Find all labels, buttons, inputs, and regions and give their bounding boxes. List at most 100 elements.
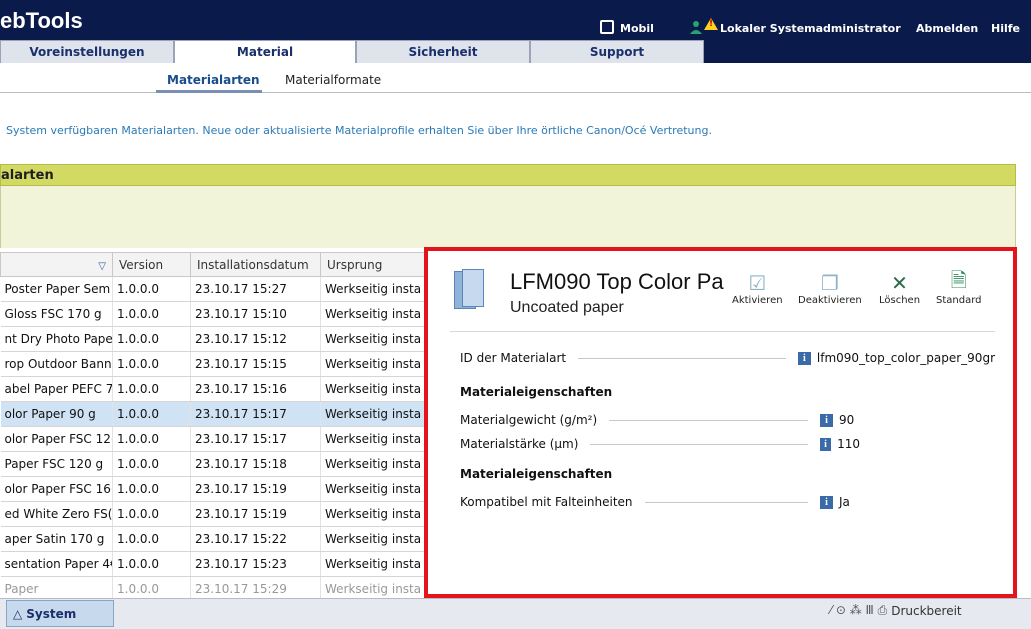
activate-button[interactable]: ☑ Aktivieren <box>732 271 783 306</box>
column-installation-date[interactable]: Installationsdatum <box>190 252 321 277</box>
cell-name: olor Paper FSC 12( <box>0 426 113 452</box>
tab-voreinstellungen[interactable]: Voreinstellungen <box>0 40 174 63</box>
table-row[interactable]: nt Dry Photo Pape 1.0.0.0 23.10.17 15:12 We… <box>0 326 431 352</box>
cell-version: 1.0.0.0 <box>112 301 191 327</box>
help-link[interactable]: Hilfe <box>991 20 1020 36</box>
tab-support[interactable]: Support <box>530 40 704 63</box>
cell-date: 23.10.17 15:17 <box>190 426 321 452</box>
system-tab[interactable]: △ System <box>6 600 114 627</box>
logout-link[interactable]: Abmelden <box>916 20 978 36</box>
cell-version: 1.0.0.0 <box>112 501 191 527</box>
cell-name: Paper FSC 120 g <box>0 451 113 477</box>
cell-name: Poster Paper Sem <box>0 276 113 302</box>
panel-header: alarten <box>0 164 1016 186</box>
cell-version: 1.0.0.0 <box>112 376 191 402</box>
column-origin[interactable]: Ursprung <box>320 252 431 277</box>
material-detail-panel: LFM090 Top Color Pa Uncoated paper ☑ Akt… <box>424 247 1017 598</box>
cell-date: 23.10.17 15:12 <box>190 326 321 352</box>
table-row[interactable]: ed White Zero FS(1.0.0.0 23.10.17 15:19 We… <box>0 501 431 527</box>
property-label: Materialgewicht (g/m²) <box>460 413 598 427</box>
cell-version: 1.0.0.0 <box>112 276 191 302</box>
property-row-folder: Kompatibel mit Falteinheiten i Ja <box>460 493 860 511</box>
page-description: System verfügbaren Materialarten. Neue o… <box>6 124 712 137</box>
cell-date: 23.10.17 15:23 <box>190 551 321 577</box>
default-label: Standard <box>936 295 982 306</box>
material-icon <box>454 269 486 309</box>
table-row[interactable]: olor Paper FSC 12(1.0.0.0 23.10.17 15:17 W… <box>0 426 431 452</box>
section-heading: Materialeigenschaften <box>460 467 613 481</box>
subtab-materialarten[interactable]: Materialarten <box>167 73 260 87</box>
close-icon: ✕ <box>891 271 908 295</box>
deactivate-button[interactable]: ❐ Deaktivieren <box>798 271 862 306</box>
table-row[interactable]: aper Satin 170 g 1.0.0.0 23.10.17 15:22 Wer… <box>0 526 431 552</box>
table-header-row: ▽ Version Installationsdatum Ursprung <box>0 252 431 277</box>
tab-sicherheit[interactable]: Sicherheit <box>356 40 530 63</box>
cell-name: rop Outdoor Bann <box>0 351 113 377</box>
cell-date: 23.10.17 15:15 <box>190 351 321 377</box>
activate-label: Aktivieren <box>732 295 783 306</box>
table-row[interactable]: Poster Paper Sem 1.0.0.0 23.10.17 15:27 Wer… <box>0 276 431 302</box>
sub-tabs: Materialarten Materialformate <box>0 63 1031 93</box>
info-icon[interactable]: i <box>797 351 811 365</box>
cell-origin: Werkseitig insta <box>320 551 431 577</box>
tab-material[interactable]: Material <box>174 40 356 63</box>
cell-name: sentation Paper 4€ <box>0 551 113 577</box>
table-row[interactable]: olor Paper 90 g 1.0.0.0 23.10.17 15:17 Werk… <box>0 401 431 427</box>
cell-date: 23.10.17 15:10 <box>190 301 321 327</box>
cell-origin: Werkseitig insta <box>320 526 431 552</box>
app-brand: ebTools <box>0 8 83 33</box>
cell-origin: Werkseitig insta <box>320 351 431 377</box>
cell-date: 23.10.17 15:19 <box>190 476 321 502</box>
cell-name: ed White Zero FS( <box>0 501 113 527</box>
column-name[interactable]: ▽ <box>0 252 113 277</box>
cell-version: 1.0.0.0 <box>112 351 191 377</box>
deactivate-label: Deaktivieren <box>798 295 862 306</box>
cell-origin: Werkseitig insta <box>320 301 431 327</box>
cell-origin: Werkseitig insta <box>320 326 431 352</box>
cell-date: 23.10.17 15:22 <box>190 526 321 552</box>
table-row[interactable]: Paper FSC 120 g 1.0.0.0 23.10.17 15:18 Werk… <box>0 451 431 477</box>
document-check-icon: 🗎 <box>950 268 967 292</box>
property-row-weight: Materialgewicht (g/m²) i 90 <box>460 411 860 429</box>
cell-version: 1.0.0.0 <box>112 401 191 427</box>
info-icon[interactable]: i <box>820 495 833 509</box>
property-label: Materialstärke (µm) <box>460 437 579 451</box>
info-icon[interactable]: i <box>820 413 833 427</box>
warning-icon[interactable] <box>704 18 718 30</box>
info-icon[interactable]: i <box>820 437 832 451</box>
material-subtitle: Uncoated paper <box>510 299 624 316</box>
main-tabs: Voreinstellungen Material Sicherheit Sup… <box>0 40 704 63</box>
table-row[interactable]: sentation Paper 4€ 1.0.0.0 23.10.17 15:23 W… <box>0 551 431 577</box>
cell-origin: Werkseitig insta <box>320 376 431 402</box>
material-title: LFM090 Top Color Pa <box>510 269 724 294</box>
mobile-link[interactable]: Mobil <box>620 20 654 36</box>
property-row-thickness: Materialstärke (µm) i 110 <box>460 435 860 453</box>
property-value: Ja <box>839 495 850 509</box>
table-row[interactable]: Gloss FSC 170 g 1.0.0.0 23.10.17 15:10 Werk… <box>0 301 431 327</box>
default-button[interactable]: 🗎 Standard <box>936 268 982 306</box>
subtab-materialformate[interactable]: Materialformate <box>285 73 381 87</box>
property-value: 110 <box>837 437 860 451</box>
cell-version: 1.0.0.0 <box>112 451 191 477</box>
detail-divider <box>450 331 995 332</box>
status-icons: ⁄ ⊙ ⁂ Ⅲ ⎙ <box>830 603 888 617</box>
cell-version: 1.0.0.0 <box>112 326 191 352</box>
mobile-icon[interactable] <box>600 20 614 34</box>
table-row[interactable]: olor Paper FSC 16(1.0.0.0 23.10.17 15:19 W… <box>0 476 431 502</box>
delete-button[interactable]: ✕ Löschen <box>879 271 920 306</box>
tabs-background <box>704 40 1031 63</box>
cell-date: 23.10.17 15:27 <box>190 276 321 302</box>
cell-date: 23.10.17 15:16 <box>190 376 321 402</box>
table-row[interactable]: rop Outdoor Bann 1.0.0.0 23.10.17 15:15 Wer… <box>0 351 431 377</box>
cell-name: olor Paper FSC 16( <box>0 476 113 502</box>
sort-down-icon[interactable]: ▽ <box>98 261 106 272</box>
cell-version: 1.0.0.0 <box>112 526 191 552</box>
cell-version: 1.0.0.0 <box>112 426 191 452</box>
column-version[interactable]: Version <box>112 252 191 277</box>
cell-version: 1.0.0.0 <box>112 551 191 577</box>
table-row[interactable]: abel Paper PEFC 7. 1.0.0.0 23.10.17 15:16 W… <box>0 376 431 402</box>
property-row-id: ID der Materialart i lfm090_top_color_pap… <box>460 349 995 367</box>
triangle-up-icon: △ <box>13 606 23 621</box>
document-copy-icon: ❐ <box>820 271 839 295</box>
user-name: Lokaler Systemadministrator <box>720 21 901 35</box>
